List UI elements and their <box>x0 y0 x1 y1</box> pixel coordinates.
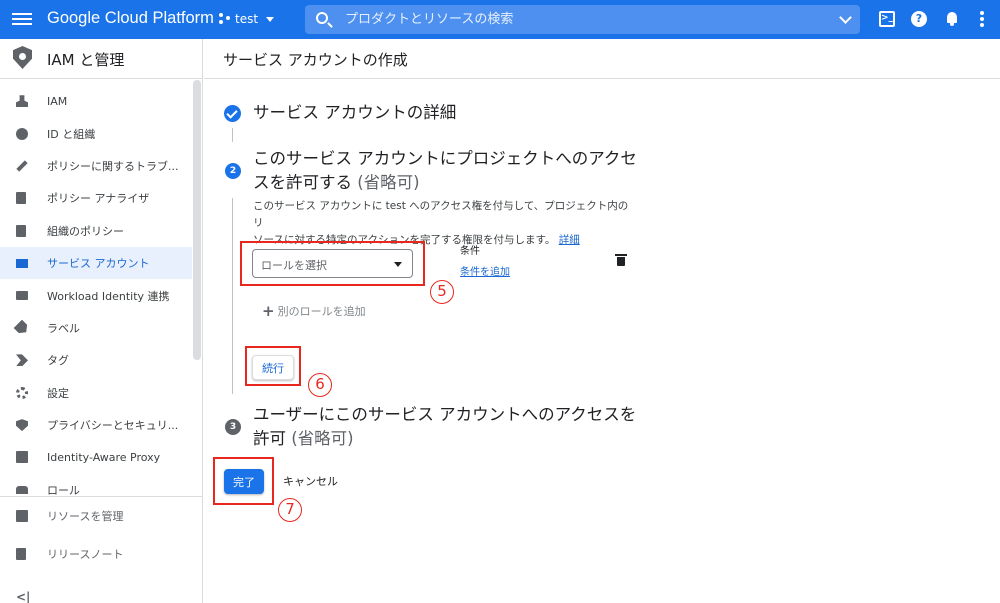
project-name: test <box>235 12 259 26</box>
annotation-box-role-select <box>240 241 425 286</box>
annotation-box-continue <box>245 346 301 386</box>
role-hat-icon <box>16 485 28 494</box>
tag-icon <box>16 354 28 367</box>
delete-role-trash-icon[interactable] <box>615 254 627 266</box>
sidebar-item-tags[interactable]: タグ <box>0 344 192 376</box>
brand-title[interactable]: Google Cloud Platform <box>47 9 214 28</box>
sidebar-item-settings[interactable]: 設定 <box>0 377 192 409</box>
search-bar[interactable] <box>305 5 860 34</box>
page-header: サービス アカウントの作成 <box>204 39 1000 79</box>
project-selector[interactable]: test <box>219 12 275 26</box>
search-icon <box>316 12 328 24</box>
step2-connector <box>232 198 233 394</box>
learn-more-link[interactable]: 詳細 <box>559 234 580 246</box>
list-icon <box>16 224 26 237</box>
policy-analyzer-icon <box>16 192 26 205</box>
annotation-callout-7: 7 <box>278 498 302 522</box>
proxy-icon <box>16 451 28 464</box>
search-expand-chevron-icon[interactable] <box>839 11 852 24</box>
sidebar-scrollbar[interactable] <box>193 80 201 360</box>
sidebar-item-privacy-security[interactable]: プライバシーとセキュリ... <box>0 409 192 441</box>
cancel-button[interactable]: キャンセル <box>283 473 338 489</box>
condition-label: 条件 <box>460 246 480 257</box>
annotation-callout-6: 6 <box>308 373 332 397</box>
gear-icon <box>16 386 28 399</box>
person-add-icon <box>16 95 28 108</box>
hamburger-menu-icon[interactable] <box>12 10 32 28</box>
sidebar-item-workload-identity[interactable]: Workload Identity 連携 <box>0 279 192 311</box>
step2-number: 2 <box>225 163 241 179</box>
sidebar-item-org-policies[interactable]: 組織のポリシー <box>0 215 192 247</box>
step3-title[interactable]: ユーザーにこのサービス アカウントへのアクセスを 許可 (省略可) <box>253 403 636 451</box>
annotation-callout-5: 5 <box>430 280 454 304</box>
sidebar-item-labels[interactable]: ラベル <box>0 312 192 344</box>
add-another-role-button[interactable]: + 別のロールを追加 <box>262 303 366 319</box>
sidebar-bottom: リソースを管理 リリースノート <box>0 496 202 573</box>
step2-title: このサービス アカウントにプロジェクトへのアクセ スを許可する (省略可) <box>253 149 637 192</box>
sidebar-item-release-notes[interactable]: リリースノート <box>0 535 202 573</box>
notifications-bell-icon[interactable] <box>944 11 960 27</box>
service-account-icon <box>16 258 28 268</box>
sidebar-item-identity-org[interactable]: ID と組織 <box>0 117 192 149</box>
wrench-icon <box>16 160 28 172</box>
sidebar-nav: IAM ID と組織 ポリシーに関するトラブ... ポリシー アナライザ 組織の… <box>0 85 192 506</box>
step3-number: 3 <box>225 419 241 435</box>
id-card-icon <box>16 291 28 301</box>
collapse-sidebar-icon[interactable]: <| <box>16 590 30 603</box>
sidebar-item-identity-aware-proxy[interactable]: Identity-Aware Proxy <box>0 441 192 473</box>
step-complete-check-icon <box>224 105 241 122</box>
chevron-down-icon <box>266 16 275 22</box>
add-condition-link[interactable]: 条件を追加 <box>460 263 510 278</box>
top-app-bar: Google Cloud Platform test >_ ? <box>0 0 1000 39</box>
sidebar-title: IAM と管理 <box>47 51 125 69</box>
sidebar-item-iam[interactable]: IAM <box>0 85 192 117</box>
search-input[interactable] <box>345 8 815 30</box>
sidebar-item-policy-troubleshooter[interactable]: ポリシーに関するトラブ... <box>0 150 192 182</box>
iam-shield-icon <box>13 46 32 69</box>
annotation-box-done <box>213 457 274 505</box>
sidebar-item-policy-analyzer[interactable]: ポリシー アナライザ <box>0 182 192 214</box>
account-circle-icon <box>16 127 28 140</box>
shield-icon <box>16 419 28 432</box>
notes-icon <box>16 548 26 560</box>
plus-icon: + <box>262 302 275 320</box>
sidebar-header: IAM と管理 <box>0 39 202 79</box>
project-hierarchy-icon <box>219 13 231 25</box>
step-connector <box>232 128 233 142</box>
sidebar-item-service-accounts[interactable]: サービス アカウント <box>0 246 192 280</box>
sidebar-item-manage-resources[interactable]: リソースを管理 <box>0 497 202 535</box>
step1-title[interactable]: サービス アカウントの詳細 <box>253 101 456 125</box>
page-title: サービス アカウントの作成 <box>223 51 408 69</box>
help-icon[interactable]: ? <box>911 11 927 27</box>
label-icon <box>14 319 31 336</box>
folder-gear-icon <box>16 510 28 522</box>
more-options-icon[interactable] <box>979 11 985 27</box>
sidebar: IAM と管理 IAM ID と組織 ポリシーに関するトラブ... ポリシー ア… <box>0 39 203 603</box>
cloud-shell-icon[interactable]: >_ <box>879 11 895 27</box>
